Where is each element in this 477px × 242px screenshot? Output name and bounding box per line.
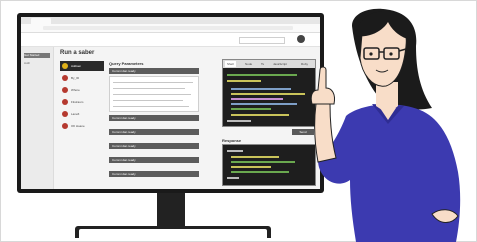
right-eye xyxy=(389,52,393,56)
left-eye xyxy=(369,52,373,56)
presenter-character xyxy=(310,8,461,242)
shirt xyxy=(318,104,461,242)
hand xyxy=(310,66,335,105)
forearm xyxy=(314,103,337,163)
